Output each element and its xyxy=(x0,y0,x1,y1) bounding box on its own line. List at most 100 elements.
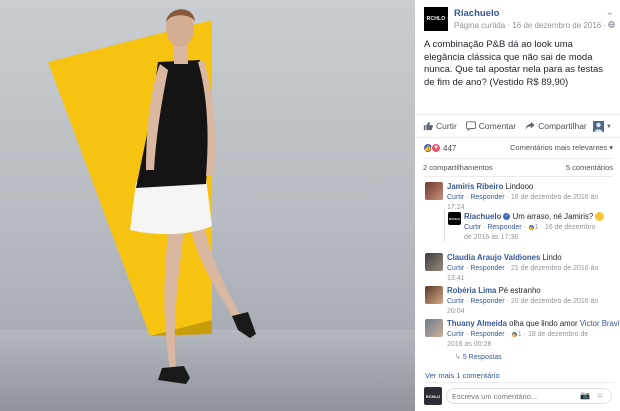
comment-time-cont[interactable]: 17:24 xyxy=(447,204,465,211)
like-button[interactable]: Curtir xyxy=(423,121,457,131)
comment-body: Jamiris Ribeiro Lindooo Curtir · Respond… xyxy=(447,182,620,213)
dropdown-caret-icon: ▼ xyxy=(606,123,612,130)
share-label: Compartilhar xyxy=(538,121,587,131)
camera-icon[interactable]: 📷 xyxy=(580,391,590,400)
post-photo[interactable] xyxy=(0,0,415,411)
comment-text: Pé estranho xyxy=(498,286,541,295)
comment-item: Robéria Lima Pé estranho Curtir · Respon… xyxy=(425,286,620,317)
comment-like-link[interactable]: Curtir xyxy=(464,224,481,231)
comment-text: Lindo xyxy=(542,253,562,262)
avatar[interactable] xyxy=(425,182,443,200)
divider xyxy=(423,176,613,177)
comment-sort-dropdown[interactable]: Comentários mais relevantes ▾ xyxy=(510,143,613,152)
comment-text: Um arraso, né Jamiris? xyxy=(512,212,594,221)
divider xyxy=(423,158,613,159)
replies-count[interactable]: 5 Respostas xyxy=(463,354,502,361)
post-actions: Curtir Comentar Compartilhar ▼ xyxy=(415,114,620,138)
shares-count[interactable]: 2 compartilhamentos xyxy=(423,163,493,172)
comment-author[interactable]: Claudia Araujo Valdiones xyxy=(447,253,540,262)
tagged-user[interactable]: Victor Bravi xyxy=(580,319,620,328)
comment-text: Lindooo xyxy=(505,182,534,191)
thumbs-up-icon xyxy=(423,121,433,131)
comment-meta: Curtir · Responder · 20 de dezembro de 2… xyxy=(447,297,599,315)
comment-like-count[interactable]: 1 xyxy=(535,224,539,231)
page-avatar[interactable]: RCHLO xyxy=(424,7,448,31)
post-caption: A combinação P&B dá ao look uma elegânci… xyxy=(424,39,604,88)
comment-composer: RCHLO 📷 ☺ xyxy=(424,386,614,406)
comment-label: Comentar xyxy=(478,121,517,131)
comment-text: olha que lindo amor xyxy=(509,319,578,328)
post-header: RCHLO Riachuelo Página curtida · 16 de d… xyxy=(424,7,616,33)
comment-like-count[interactable]: 1 xyxy=(518,331,522,338)
verified-badge-icon: ✓ xyxy=(503,213,511,221)
comment-meta: Curtir · Responder · 👍 1 · 18 de dezembr… xyxy=(447,330,589,348)
comment-like-link[interactable]: Curtir xyxy=(447,194,464,201)
post-meta-text[interactable]: Página curtida · 16 de dezembro de 2016 … xyxy=(454,21,608,30)
comment-sort-label: Comentários mais relevantes xyxy=(510,143,608,152)
post-as-selector[interactable]: ▼ xyxy=(593,121,612,132)
reply-thread-line xyxy=(444,209,445,242)
comment-time-cont[interactable]: 2016 às 00:28 xyxy=(447,341,491,348)
comment-time[interactable]: 20 de dezembro de 2016 às xyxy=(511,298,598,305)
comment-icon xyxy=(465,121,476,131)
composer-avatar[interactable]: RCHLO xyxy=(424,387,442,405)
globe-icon xyxy=(608,21,616,28)
comment-meta: Curtir · Responder · 16 de dezembro de 2… xyxy=(447,193,599,211)
view-replies-link[interactable]: ↳ 5 Respostas xyxy=(455,353,620,363)
comment-item: Claudia Araujo Valdiones Lindo Curtir · … xyxy=(425,253,620,282)
comment-time[interactable]: 18 de dezembro de xyxy=(528,331,588,338)
reply-arrow-icon: ↳ xyxy=(455,353,461,361)
comment-body: Thuany Almeida olha que lindo amor Victo… xyxy=(447,319,620,363)
comment-reply-link[interactable]: Responder xyxy=(470,298,504,305)
page-name[interactable]: Riachuelo xyxy=(454,8,499,19)
comment-meta: Curtir · Responder · 👍 1 · 16 de dezembr… xyxy=(464,223,596,241)
comment-body: Riachuelo ✓ Um arraso, né Jamiris? Curti… xyxy=(464,212,616,243)
reply-avatar-logo-text: RCHLO xyxy=(449,216,460,221)
comment-reply-item: RCHLO Riachuelo ✓ Um arraso, né Jamiris?… xyxy=(448,212,618,244)
love-reaction-icon[interactable]: ♥ xyxy=(431,143,441,153)
reactions-bar: 👍 ♥ 447 Comentários mais relevantes ▾ xyxy=(423,141,613,155)
avatar[interactable] xyxy=(425,253,443,271)
comment-reply-link[interactable]: Responder xyxy=(470,265,504,272)
comment-body: Robéria Lima Pé estranho Curtir · Respon… xyxy=(447,286,620,317)
comment-reply-link[interactable]: Responder xyxy=(487,224,521,231)
reaction-count[interactable]: 447 xyxy=(443,144,456,153)
comment-author[interactable]: Riachuelo xyxy=(464,212,501,221)
comment-reply-link[interactable]: Responder xyxy=(470,194,504,201)
like-reaction-icon[interactable]: 👍 xyxy=(527,224,535,231)
comment-reply-link[interactable]: Responder xyxy=(470,331,504,338)
share-button[interactable]: Compartilhar xyxy=(525,121,587,131)
comment-meta: Curtir · Responder · 21 de dezembro de 2… xyxy=(447,264,599,282)
comment-author[interactable]: Jamiris Ribeiro xyxy=(447,182,503,191)
avatar[interactable]: RCHLO xyxy=(448,212,461,225)
avatar[interactable] xyxy=(425,319,443,337)
like-reaction-icon[interactable]: 👍 xyxy=(510,331,518,338)
profile-thumbnail-icon xyxy=(593,121,605,132)
comment-item: Thuany Almeida olha que lindo amor Victo… xyxy=(425,319,620,363)
comment-like-link[interactable]: Curtir xyxy=(447,331,464,338)
view-more-comments-link[interactable]: Ver mais 1 comentário xyxy=(425,371,500,380)
page-logo-text: RCHLO xyxy=(426,16,446,22)
comment-time-cont[interactable]: 13:41 xyxy=(447,275,465,282)
avatar[interactable] xyxy=(425,286,443,304)
comment-time[interactable]: 16 de dezembro xyxy=(545,224,596,231)
comment-time[interactable]: 16 de dezembro de 2016 às xyxy=(511,194,598,201)
comments-count[interactable]: 5 comentários xyxy=(566,163,613,172)
comment-time-cont[interactable]: de 2016 às 17:36 xyxy=(464,234,518,241)
share-icon xyxy=(525,121,535,130)
comment-like-link[interactable]: Curtir xyxy=(447,298,464,305)
comment-button[interactable]: Comentar xyxy=(465,121,517,131)
post-options-chevron-icon[interactable]: ⌄ xyxy=(606,7,614,18)
like-label: Curtir xyxy=(436,121,457,131)
comment-time-cont[interactable]: 20:04 xyxy=(447,308,465,315)
comment-author[interactable]: Robéria Lima xyxy=(447,286,496,295)
divider xyxy=(424,382,614,383)
composer-avatar-logo-text: RCHLO xyxy=(425,393,441,399)
comment-author[interactable]: Thuany Almeida xyxy=(447,319,507,328)
comment-like-link[interactable]: Curtir xyxy=(447,265,464,272)
post-meta: Página curtida · 16 de dezembro de 2016 … xyxy=(454,21,616,30)
engagement-stats: 2 compartilhamentos 5 comentários xyxy=(423,163,613,172)
emoji-icon[interactable]: ☺ xyxy=(596,391,604,400)
smile-emoji-icon xyxy=(595,212,605,222)
comment-time[interactable]: 21 de dezembro de 2016 às xyxy=(511,265,598,272)
